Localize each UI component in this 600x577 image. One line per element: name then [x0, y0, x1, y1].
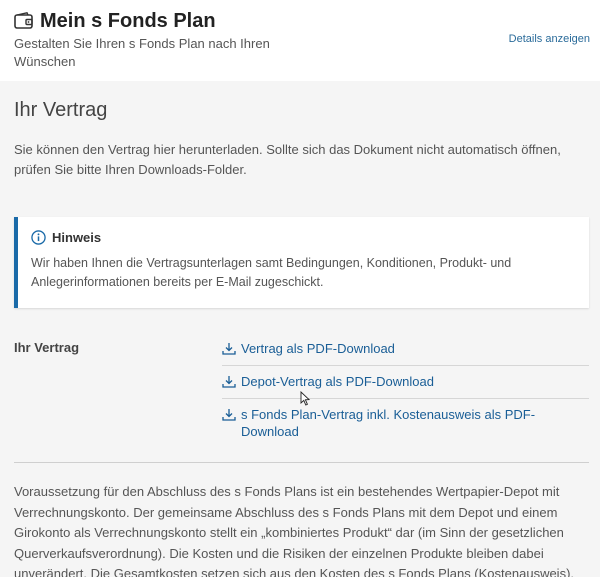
download-icon [222, 343, 236, 355]
download-link-depot-contract[interactable]: Depot-Vertrag als PDF-Download [222, 366, 589, 399]
notice-header: Hinweis [31, 230, 575, 245]
app-title: Mein s Fonds Plan [40, 10, 216, 32]
download-link-fonds-plan-contract[interactable]: s Fonds Plan-Vertrag inkl. Kostenausweis… [222, 399, 589, 448]
details-link[interactable]: Details anzeigen [509, 33, 590, 45]
title-row: Mein s Fonds Plan [14, 9, 586, 33]
intro-text: Sie können den Vertrag hier herunterlade… [14, 142, 561, 177]
wallet-icon [14, 12, 33, 29]
download-icon [222, 376, 236, 388]
section-divider [14, 462, 589, 463]
mouse-cursor-icon [300, 391, 310, 406]
notice-title: Hinweis [52, 230, 102, 245]
app-subtitle: Gestalten Sie Ihren s Fonds Plan nach Ih… [14, 36, 270, 69]
download-link-contract[interactable]: Vertrag als PDF-Download [222, 333, 589, 366]
notice-box: Hinweis Wir haben Ihnen die Vertragsunte… [14, 217, 589, 308]
footer-text: Voraussetzung für den Abschluss des s Fo… [14, 484, 575, 577]
section-title: Ihr Vertrag [14, 99, 108, 121]
info-icon [31, 230, 46, 245]
download-label: Depot-Vertrag als PDF-Download [241, 374, 434, 389]
download-label: s Fonds Plan-Vertrag inkl. Kostenausweis… [241, 407, 536, 439]
notice-text: Wir haben Ihnen die Vertragsunterlagen s… [31, 256, 512, 289]
page-header: Mein s Fonds Plan Gestalten Sie Ihren s … [0, 0, 600, 81]
download-label: Vertrag als PDF-Download [241, 341, 395, 356]
download-list: Vertrag als PDF-Download Depot-Vertrag a… [222, 333, 589, 448]
main-content: Ihr Vertrag Sie können den Vertrag hier … [0, 97, 600, 577]
download-icon [222, 409, 236, 421]
contract-label: Ihr Vertrag [14, 340, 80, 355]
